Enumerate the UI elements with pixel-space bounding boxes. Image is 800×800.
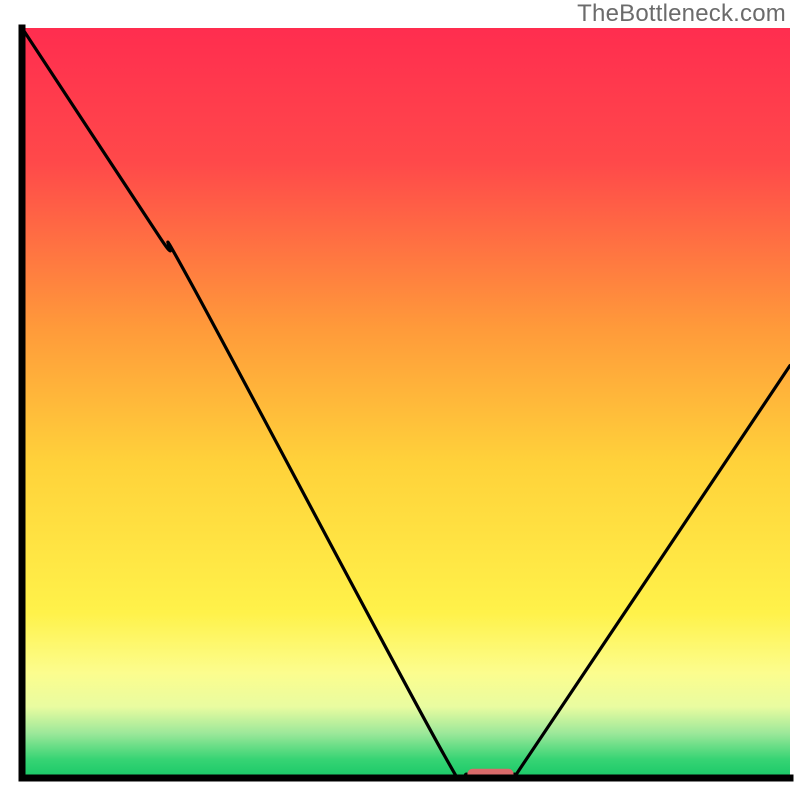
watermark-text: TheBottleneck.com — [577, 0, 786, 28]
gradient-background — [22, 28, 790, 778]
chart-container: TheBottleneck.com — [0, 0, 800, 800]
bottleneck-chart — [0, 0, 800, 800]
